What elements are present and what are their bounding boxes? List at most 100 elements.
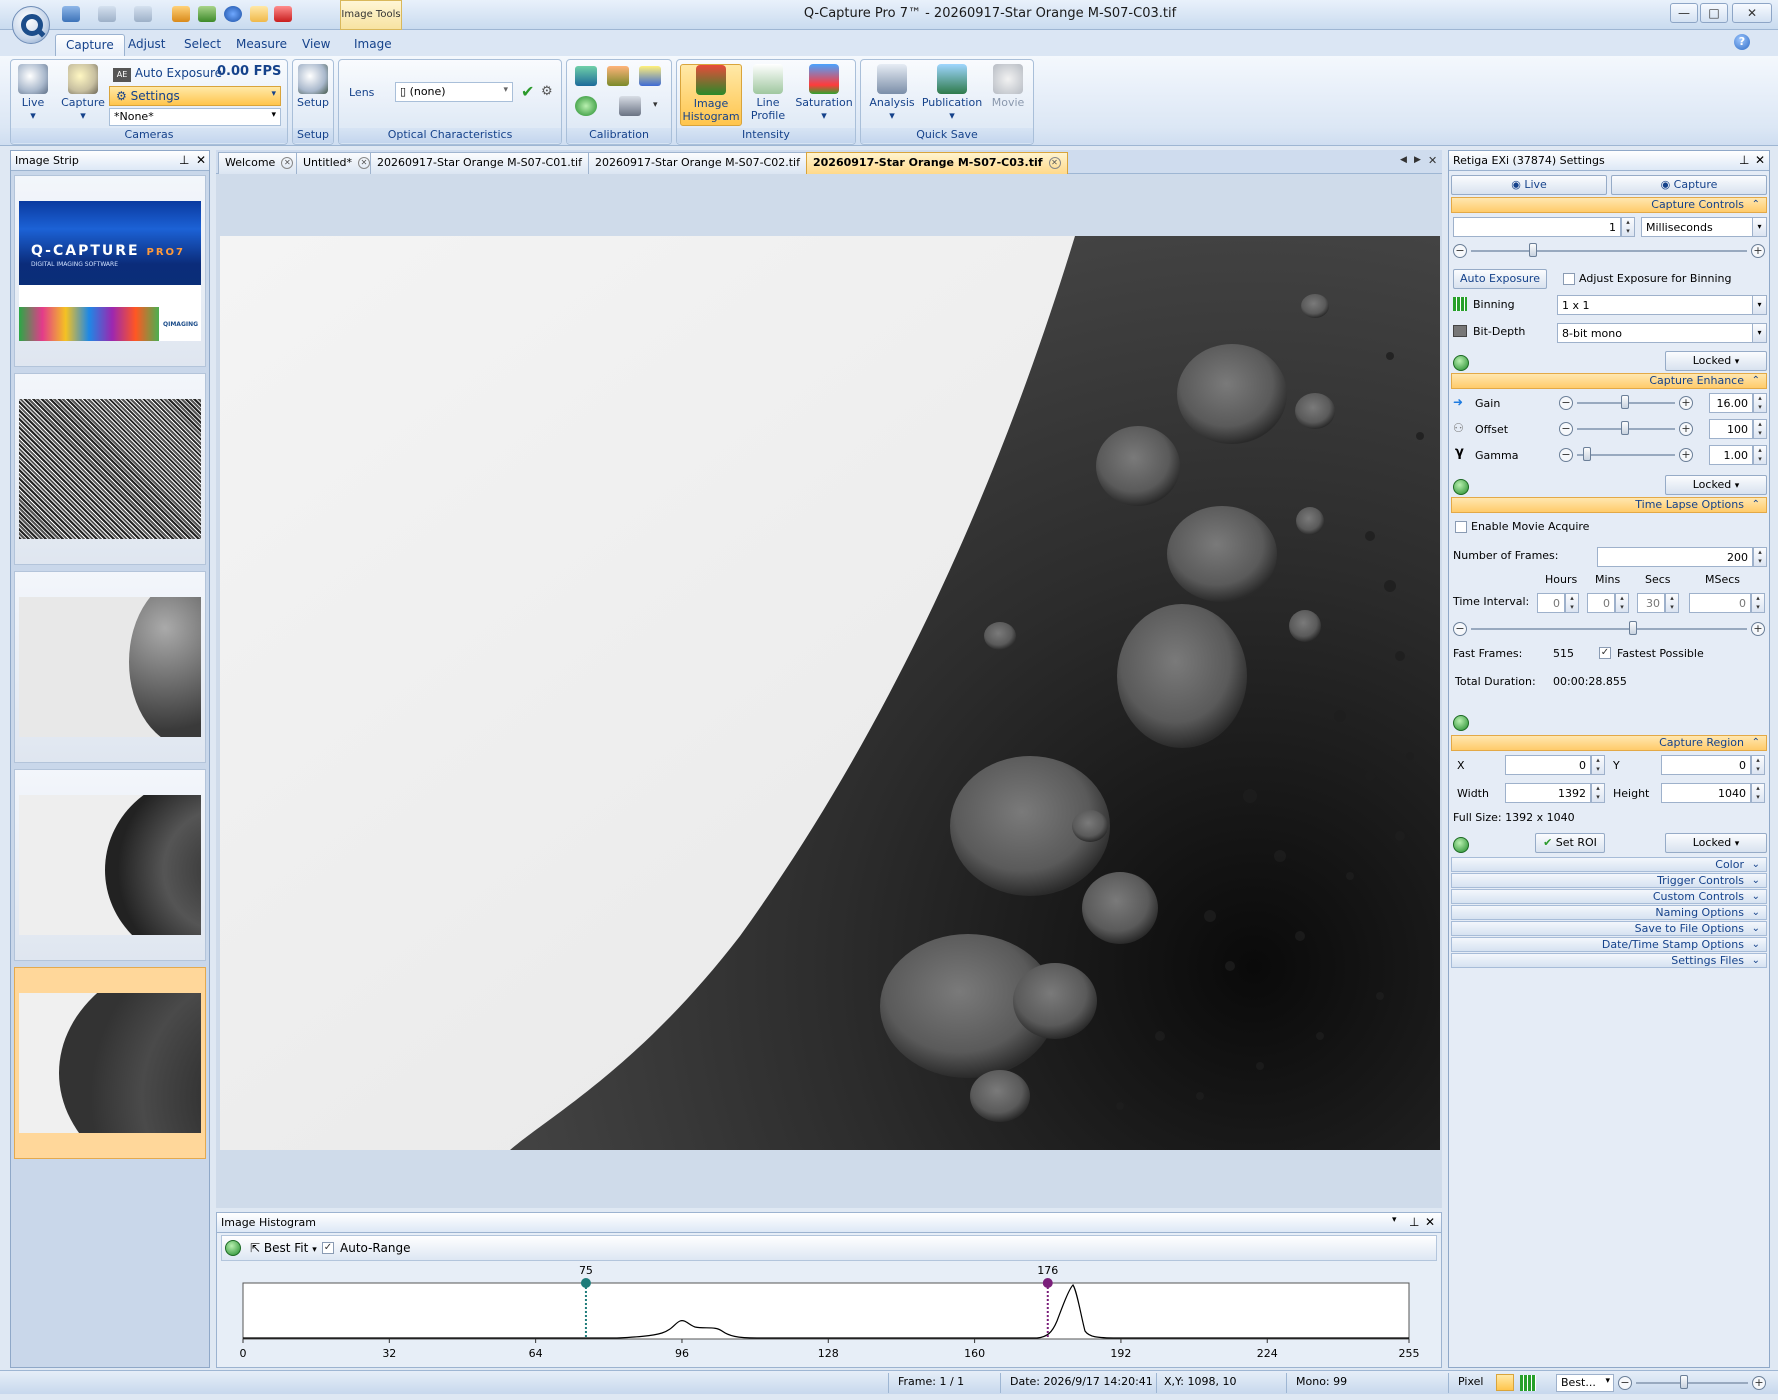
pin-icon[interactable]: ⊥ [1739, 153, 1749, 167]
hours-spinner[interactable]: ▴ ▾ [1565, 593, 1579, 613]
frames-spinner[interactable]: ▴ ▾ [1753, 547, 1767, 567]
grid-view-icon[interactable] [1520, 1375, 1536, 1391]
section-trigger-controls[interactable]: Trigger Controls ⌄ [1451, 873, 1767, 888]
pin-icon[interactable]: ⊥ [1409, 1215, 1419, 1229]
tab-measure[interactable]: Measure [226, 34, 297, 56]
calibration-device-icon[interactable] [619, 96, 641, 116]
doc-tab-untitled[interactable]: Untitled* ✕ [296, 152, 378, 174]
close-icon[interactable]: ✕ [1048, 157, 1061, 169]
exposure-unit-dropdown[interactable]: Milliseconds ▾ [1641, 217, 1767, 237]
tab-image[interactable]: Image [344, 34, 402, 56]
fastest-possible-checkbox[interactable]: ✓ [1599, 647, 1611, 659]
offset-slider[interactable]: − + [1559, 421, 1693, 437]
pointer-icon[interactable] [250, 6, 268, 22]
thumbnail-c02[interactable] [14, 769, 206, 961]
image-histogram-button[interactable]: Image Histogram [680, 64, 742, 126]
refresh-icon[interactable] [1453, 715, 1469, 731]
minus-icon[interactable]: − [1559, 448, 1573, 462]
section-color[interactable]: Color ⌄ [1451, 857, 1767, 872]
calibration-refresh-icon[interactable] [575, 96, 597, 116]
preset-dropdown[interactable]: *None* ▾ [109, 108, 281, 126]
publication-button[interactable]: Publication ▾ [921, 64, 983, 126]
mins-spinner[interactable]: ▴ ▾ [1615, 593, 1629, 613]
redo-icon[interactable] [134, 6, 152, 22]
minus-icon[interactable]: − [1453, 244, 1467, 258]
close-document-icon[interactable]: ✕ [1428, 154, 1437, 167]
lens-dropdown[interactable]: ▯ (none) ▾ [395, 82, 513, 102]
capture-mode-button[interactable]: ◉ Capture [1611, 175, 1767, 195]
help-icon[interactable]: ? [1734, 34, 1750, 50]
gamma-input[interactable]: 1.00 [1709, 445, 1753, 465]
plus-icon[interactable]: + [1751, 622, 1765, 636]
doc-tab-c02[interactable]: 20260917-Star Orange M-S07-C02.tif✕ [588, 152, 825, 174]
section-settings-files[interactable]: Settings Files ⌄ [1451, 953, 1767, 968]
auto-exposure-button[interactable]: AE Auto Exposure [113, 66, 222, 82]
calibration-ruler-icon[interactable] [639, 66, 661, 86]
frames-input[interactable]: 200 [1597, 547, 1753, 567]
best-fit-dropdown[interactable]: ⇱ Best Fit ▾ [250, 1241, 317, 1255]
calibration-camera-icon[interactable] [575, 66, 597, 86]
y-input[interactable]: 0 [1661, 755, 1751, 775]
set-roi-button[interactable]: ✔ Set ROI [1535, 833, 1605, 853]
app-logo-icon[interactable] [12, 6, 50, 44]
close-icon[interactable]: ✕ [1425, 1215, 1435, 1229]
height-input[interactable]: 1040 [1661, 783, 1751, 803]
doc-tab-welcome[interactable]: Welcome ✕ [218, 152, 301, 174]
minus-icon[interactable]: − [1453, 622, 1467, 636]
slider-thumb[interactable] [1629, 621, 1637, 635]
histogram-chart[interactable]: 75 176 0 32 64 96 128 160 192 224 255 [217, 1261, 1441, 1367]
x-input[interactable]: 0 [1505, 755, 1591, 775]
save-icon[interactable] [62, 6, 80, 22]
msecs-spinner[interactable]: ▴ ▾ [1751, 593, 1765, 613]
section-capture-region[interactable]: Capture Region ⌃ [1451, 735, 1767, 751]
slider-thumb[interactable] [1583, 447, 1591, 461]
gain-input[interactable]: 16.00 [1709, 393, 1753, 413]
undo-icon[interactable] [98, 6, 116, 22]
tab-adjust[interactable]: Adjust [118, 34, 176, 56]
offset-spinner[interactable]: ▴ ▾ [1753, 419, 1767, 439]
secs-input[interactable]: 30 [1637, 593, 1665, 613]
x-spinner[interactable]: ▴ ▾ [1591, 755, 1605, 775]
thumbnail-c03[interactable] [14, 967, 206, 1159]
mins-input[interactable]: 0 [1587, 593, 1615, 613]
minimize-button[interactable]: — [1670, 3, 1698, 23]
slider-thumb[interactable] [1621, 421, 1629, 435]
close-icon[interactable]: ✕ [196, 153, 206, 167]
gamma-spinner[interactable]: ▴ ▾ [1753, 445, 1767, 465]
section-capture-controls[interactable]: Capture Controls ⌃ [1451, 197, 1767, 213]
tab-capture[interactable]: Capture [55, 34, 125, 56]
tab-scroll-right-icon[interactable]: ▶ [1414, 155, 1421, 165]
thumbnail-c01[interactable] [14, 571, 206, 763]
section-datetime-stamp[interactable]: Date/Time Stamp Options ⌄ [1451, 937, 1767, 952]
slider-thumb[interactable] [1680, 1375, 1688, 1389]
calibration-brush-icon[interactable] [607, 66, 629, 86]
lens-settings-icon[interactable]: ⚙ [541, 84, 553, 99]
capture-controls-locked-dropdown[interactable]: Locked ▾ [1665, 351, 1767, 371]
saturation-button[interactable]: Saturation ▾ [793, 64, 855, 126]
line-profile-button[interactable]: Line Profile [745, 64, 791, 126]
thumbnail-splash[interactable]: Q-CAPTURE PRO7 DIGITAL IMAGING SOFTWARE … [14, 175, 206, 367]
tab-select[interactable]: Select [174, 34, 231, 56]
exposure-spinner[interactable]: ▴ ▾ [1621, 217, 1635, 237]
gain-slider[interactable]: − + [1559, 395, 1693, 411]
gamma-slider[interactable]: − + [1559, 447, 1693, 463]
pencil-icon[interactable] [172, 6, 190, 22]
section-custom-controls[interactable]: Custom Controls ⌄ [1451, 889, 1767, 904]
binning-dropdown[interactable]: 1 x 1 ▾ [1557, 295, 1767, 315]
exposure-input[interactable]: 1 [1453, 217, 1621, 237]
width-input[interactable]: 1392 [1505, 783, 1591, 803]
msecs-input[interactable]: 0 [1689, 593, 1751, 613]
live-mode-button[interactable]: ◉ Live [1451, 175, 1607, 195]
y-spinner[interactable]: ▴ ▾ [1751, 755, 1765, 775]
histogram-high-marker-handle[interactable] [1042, 1278, 1053, 1288]
analysis-button[interactable]: Analysis ▾ [865, 64, 919, 126]
close-window-button[interactable]: ✕ [1732, 3, 1772, 23]
setup-button[interactable]: Setup [295, 64, 331, 126]
secs-spinner[interactable]: ▴ ▾ [1665, 593, 1679, 613]
capture-button[interactable]: Capture ▾ [59, 64, 107, 126]
refresh-icon[interactable] [1453, 837, 1469, 853]
slider-thumb[interactable] [1529, 243, 1537, 257]
delete-icon[interactable] [274, 6, 292, 22]
info-icon[interactable] [224, 6, 242, 22]
minus-icon[interactable]: − [1559, 396, 1573, 410]
